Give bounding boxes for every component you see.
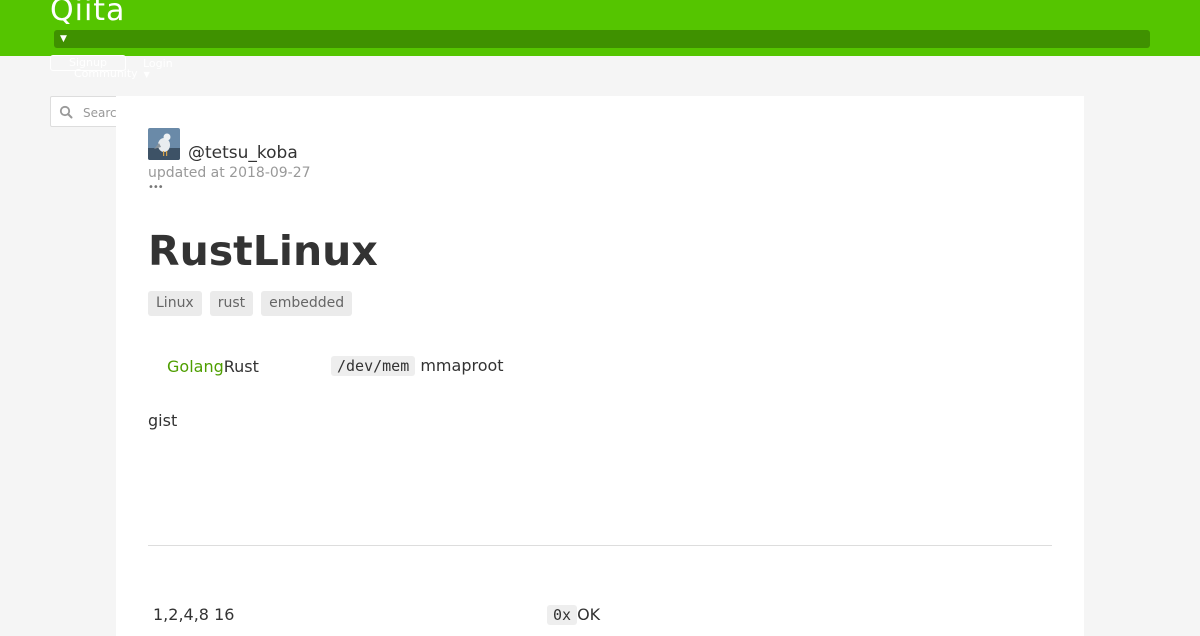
- horizontal-rule: [148, 545, 1052, 546]
- community-label: Community: [74, 67, 138, 80]
- body-text: Rust: [223, 357, 259, 376]
- seagull-avatar-icon: [148, 128, 180, 160]
- community-menu-bar[interactable]: ▼: [54, 30, 1150, 48]
- article-title: RustLinux: [148, 227, 378, 275]
- caret-down-icon[interactable]: ▼: [60, 34, 67, 44]
- tag-list: Linux rust embedded: [148, 291, 353, 316]
- tag-linux[interactable]: Linux: [148, 291, 202, 316]
- author-avatar[interactable]: [148, 128, 180, 160]
- body-paragraph-continued: /dev/mem mmaproot: [331, 354, 504, 378]
- updated-date: updated at 2018-09-27: [148, 165, 311, 181]
- qiita-logo[interactable]: Qiita: [50, 0, 125, 31]
- community-dropdown[interactable]: Community ▼: [74, 67, 150, 82]
- inline-code: 0x: [547, 605, 578, 625]
- golang-link[interactable]: Golang: [167, 357, 224, 376]
- body-paragraph: GolangRust: [167, 355, 259, 379]
- body-text: OK: [577, 605, 601, 624]
- author-username[interactable]: @tetsu_koba: [188, 142, 298, 164]
- article-card: @tetsu_koba updated at 2018-09-27 ••• Ru…: [116, 96, 1084, 636]
- site-header: Qiita ▼: [0, 0, 1200, 56]
- inline-code: /dev/mem: [331, 356, 416, 376]
- more-options-icon[interactable]: •••: [148, 183, 164, 193]
- tag-rust[interactable]: rust: [209, 291, 254, 316]
- body-text: mmaproot: [415, 356, 504, 375]
- tag-embedded[interactable]: embedded: [261, 291, 353, 316]
- chevron-down-icon: ▼: [143, 70, 150, 79]
- search-icon: [59, 105, 73, 119]
- body-paragraph: 1,2,4,8 16: [153, 605, 235, 624]
- body-paragraph: gist: [148, 411, 178, 430]
- body-paragraph-continued: 0x OK: [547, 603, 600, 627]
